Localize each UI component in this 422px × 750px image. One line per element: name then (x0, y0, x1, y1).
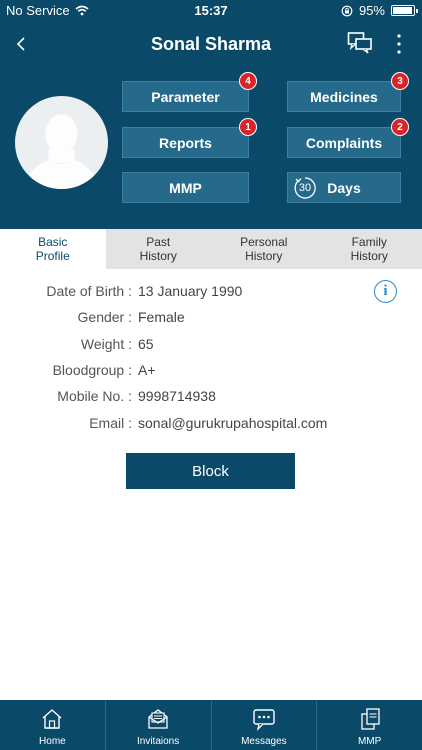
email-row: Email : sonal@gurukrupahospital.com (0, 415, 422, 435)
more-vertical-icon[interactable] (390, 32, 408, 56)
reports-button[interactable]: Reports 1 (122, 118, 257, 158)
tab-family-history[interactable]: Family History (317, 229, 422, 269)
navigation-bar: Sonal Sharma (0, 22, 422, 66)
info-icon[interactable]: i (374, 280, 397, 303)
complaints-count-badge: 2 (391, 118, 409, 136)
mobile-label: Mobile No. : (57, 388, 132, 404)
weight-value: 65 (138, 336, 154, 352)
bottom-tab-home-label: Home (39, 736, 66, 747)
profile-header: No Service 15:37 95% Sonal Sharma Parame… (0, 0, 422, 229)
reports-label: Reports (159, 134, 212, 151)
mobile-value: 9998714938 (138, 388, 216, 404)
rotation-lock-icon (341, 5, 353, 16)
tab-family-history-line2: History (350, 249, 388, 263)
tab-past-history-line1: Past (146, 235, 171, 249)
gender-label: Gender : (77, 309, 132, 325)
parameter-button[interactable]: Parameter 4 (122, 72, 257, 112)
gender-row: Gender : Female (0, 309, 422, 329)
complaints-label: Complaints (305, 134, 383, 151)
email-label: Email : (89, 415, 132, 431)
tab-basic-profile[interactable]: Basic Profile (0, 229, 106, 269)
bottom-tab-mmp[interactable]: MMP (316, 700, 422, 750)
tab-family-history-line1: Family (351, 235, 387, 249)
reports-count-badge: 1 (239, 118, 257, 136)
bloodgroup-row: Bloodgroup : A+ (0, 362, 422, 382)
avatar-placeholder-icon (25, 114, 98, 189)
tab-personal-history[interactable]: Personal History (211, 229, 317, 269)
bottom-tab-home[interactable]: Home (0, 700, 105, 750)
bottom-tab-mmp-label: MMP (357, 736, 382, 747)
bloodgroup-label: Bloodgroup : (52, 362, 132, 378)
bottom-tab-invitations[interactable]: Invitaions (104, 700, 211, 750)
chat-icon[interactable] (347, 31, 373, 55)
parameter-label: Parameter (151, 88, 220, 105)
home-icon (42, 709, 62, 729)
mobile-row: Mobile No. : 9998714938 (0, 388, 422, 408)
bottom-tab-invitations-label: Invitaions (137, 736, 180, 747)
invitation-envelope-icon (148, 709, 168, 729)
mmp-document-icon (360, 708, 380, 730)
gender-value: Female (138, 309, 185, 325)
battery-percent: 95% (358, 3, 385, 18)
weight-label: Weight : (80, 336, 132, 352)
days-button[interactable]: 30 Days (287, 172, 401, 203)
mmp-button[interactable]: MMP (122, 172, 249, 203)
dob-row: Date of Birth : 13 January 1990 (0, 283, 422, 303)
days-label: Days (327, 179, 361, 196)
dob-label: Date of Birth : (46, 283, 132, 299)
message-bubble-icon (253, 709, 275, 731)
tab-past-history[interactable]: Past History (106, 229, 212, 269)
bottom-tab-messages[interactable]: Messages (210, 700, 317, 750)
medicines-button[interactable]: Medicines 3 (287, 72, 409, 112)
bottom-tab-messages-label: Messages (241, 736, 287, 747)
tab-personal-history-line2: History (245, 249, 283, 263)
mmp-label: MMP (169, 179, 202, 196)
weight-row: Weight : 65 (0, 336, 422, 356)
tab-past-history-line2: History (139, 249, 177, 263)
complaints-button[interactable]: Complaints 2 (287, 118, 409, 158)
block-button[interactable]: Block (126, 453, 295, 489)
tab-personal-history-line1: Personal (240, 235, 288, 249)
medicines-count-badge: 3 (391, 72, 409, 90)
days-count: 30 (298, 182, 312, 194)
profile-tabs: Basic Profile Past History Personal History… (0, 229, 422, 269)
dob-value: 13 January 1990 (138, 283, 243, 299)
tab-basic-profile-line1: Basic (38, 235, 68, 249)
battery-icon (391, 5, 418, 16)
tab-basic-profile-line2: Profile (35, 249, 70, 263)
parameter-count-badge: 4 (239, 72, 257, 90)
patient-avatar (15, 96, 108, 189)
status-bar: No Service 15:37 95% (0, 0, 422, 22)
bottom-tab-bar: Home Invitaions Messages MMP (0, 700, 422, 750)
medicines-label: Medicines (310, 88, 378, 105)
email-value: sonal@gurukrupahospital.com (138, 415, 328, 431)
bloodgroup-value: A+ (138, 362, 156, 378)
